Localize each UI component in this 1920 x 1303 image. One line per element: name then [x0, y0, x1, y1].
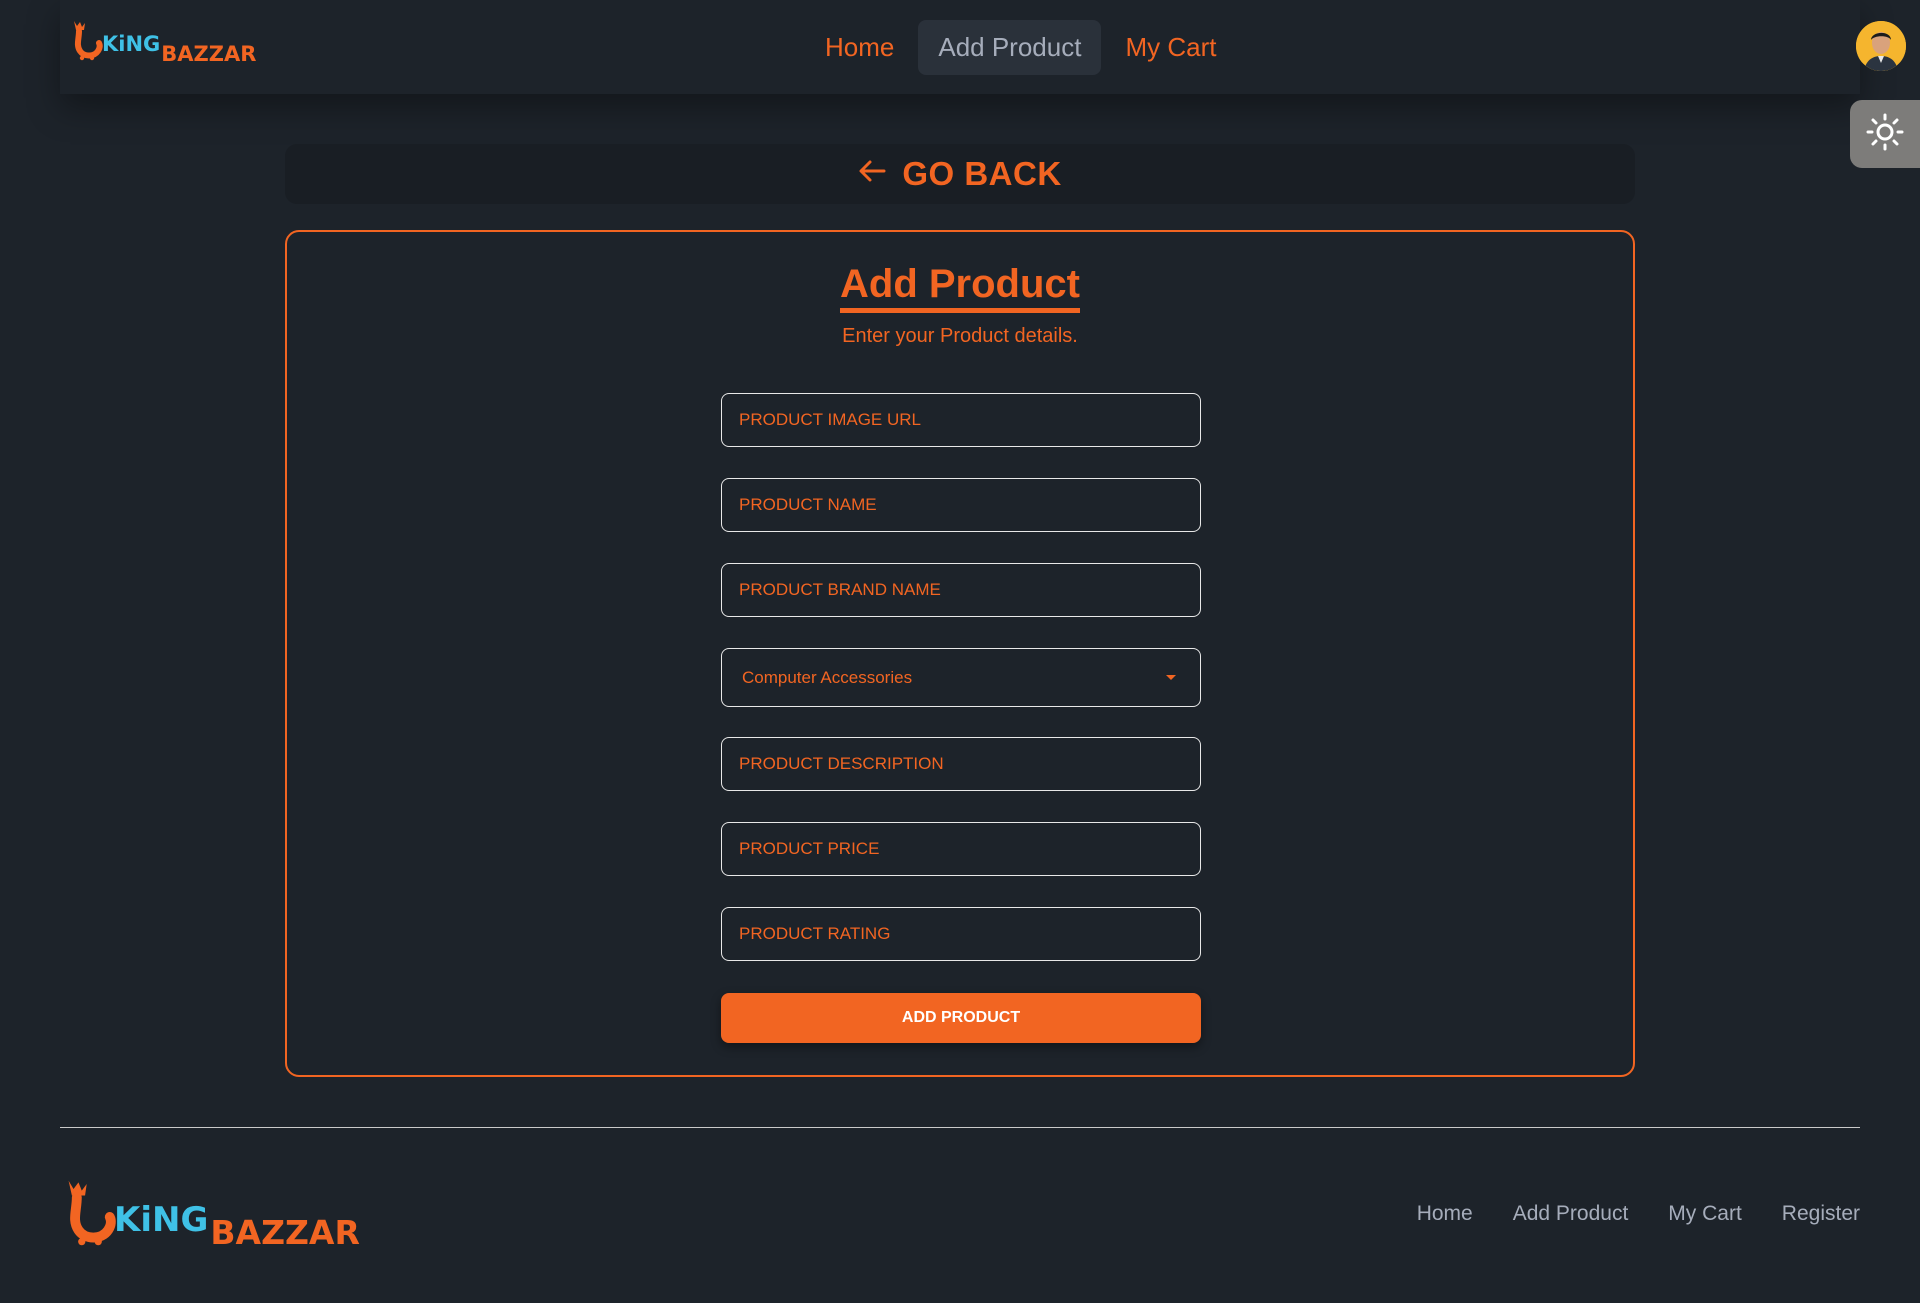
product-price-input[interactable]: [721, 822, 1201, 876]
nav-item-my-cart[interactable]: My Cart: [1105, 20, 1236, 75]
category-selected-value: Computer Accessories: [742, 667, 913, 687]
go-back-label: GO BACK: [902, 155, 1062, 192]
footer-link-home[interactable]: Home: [1417, 1202, 1473, 1226]
product-brand-input[interactable]: [721, 563, 1201, 617]
go-back-button[interactable]: GO BACK: [285, 144, 1635, 204]
arrow-left-icon: [858, 159, 886, 189]
product-rating-input[interactable]: [721, 907, 1201, 961]
form-title: Add Product: [840, 262, 1080, 313]
footer-logo[interactable]: KiNG BAZZAR: [62, 1180, 360, 1252]
product-name-input[interactable]: [721, 478, 1201, 532]
nav-item-add-product[interactable]: Add Product: [918, 20, 1102, 75]
brand-word-king: KiNG: [102, 32, 161, 56]
main-nav: Home Add Product My Cart: [805, 20, 1236, 75]
footer-brand-word-bazzar: BAZZAR: [210, 1213, 360, 1252]
logo-mark-icon: [70, 19, 104, 66]
footer-brand-word-king: KiNG: [114, 1200, 209, 1240]
footer-nav: Home Add Product My Cart Register: [1417, 1202, 1860, 1226]
footer-link-add-product[interactable]: Add Product: [1513, 1202, 1629, 1226]
form-subtitle: Enter your Product details.: [842, 325, 1078, 347]
add-product-button[interactable]: ADD PRODUCT: [721, 993, 1201, 1043]
nav-item-home[interactable]: Home: [805, 20, 914, 75]
brand-word-bazzar: BAZZAR: [161, 42, 257, 66]
header-logo[interactable]: KiNG BAZZAR: [70, 21, 257, 66]
footer-divider: [60, 1127, 1860, 1128]
theme-toggle-button[interactable]: [1850, 100, 1920, 168]
navbar: KiNG BAZZAR Home Add Product My Cart: [60, 0, 1906, 94]
footer-link-register[interactable]: Register: [1782, 1202, 1860, 1226]
footer-logo-mark-icon: [62, 1177, 118, 1252]
product-image-url-input[interactable]: [721, 393, 1201, 447]
product-description-input[interactable]: [721, 737, 1201, 791]
add-product-form: Add Product Enter your Product details. …: [285, 230, 1635, 1077]
sun-icon: [1865, 112, 1905, 157]
user-avatar[interactable]: [1856, 21, 1906, 71]
product-category-select[interactable]: Computer Accessories: [721, 648, 1201, 707]
footer-link-my-cart[interactable]: My Cart: [1668, 1202, 1742, 1226]
chevron-down-icon: [1166, 675, 1176, 680]
form-title-wrap: Add Product: [287, 262, 1633, 313]
